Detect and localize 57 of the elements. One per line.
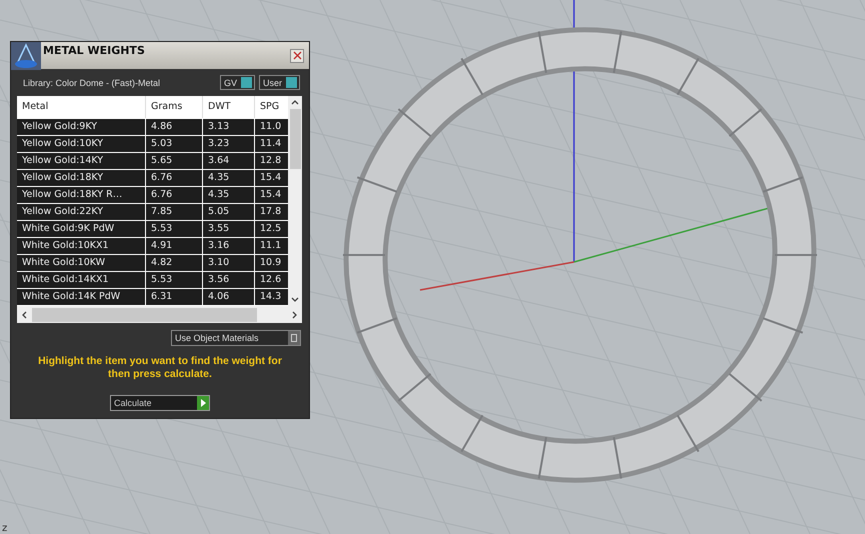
- table-cell[interactable]: 4.91: [146, 238, 203, 254]
- table-cell[interactable]: 3.64: [203, 153, 255, 169]
- close-icon: [292, 51, 302, 60]
- table-cell[interactable]: 3.10: [203, 255, 255, 271]
- scale-logo-icon: [11, 42, 41, 70]
- table-cell[interactable]: 7.85: [146, 204, 203, 220]
- table-cell[interactable]: 3.56: [203, 272, 255, 288]
- library-label: Library: Color Dome - (Fast)-Metal: [23, 78, 160, 88]
- table-cell[interactable]: 3.13: [203, 119, 255, 135]
- toggle-button[interactable]: User: [258, 75, 300, 90]
- toggle-indicator-icon: [286, 77, 297, 88]
- axis-label: z: [2, 523, 8, 534]
- table-cell[interactable]: Yellow Gold:18KY R…: [17, 187, 146, 203]
- table-cell[interactable]: 5.53: [146, 221, 203, 237]
- table-cell[interactable]: 5.65: [146, 153, 203, 169]
- table-cell[interactable]: 5.05: [203, 204, 255, 220]
- table-cell[interactable]: 6.76: [146, 187, 203, 203]
- scroll-up-icon: [291, 100, 299, 105]
- play-icon: [197, 396, 209, 410]
- table-cell[interactable]: 6.76: [146, 170, 203, 186]
- instruction-text: Highlight the item you want to find the weight for then press calculate.: [37, 355, 283, 381]
- table-cell[interactable]: White Gold:14KX1: [17, 272, 146, 288]
- table-cell[interactable]: 3.55: [203, 221, 255, 237]
- table-cell[interactable]: Yellow Gold:14KY: [17, 153, 146, 169]
- table-cell[interactable]: 4.35: [203, 170, 255, 186]
- column-header[interactable]: Grams: [146, 96, 203, 118]
- table-cell[interactable]: White Gold:14K PdW: [17, 289, 146, 305]
- radio-icon: [288, 331, 300, 345]
- table-cell[interactable]: 6.31: [146, 289, 203, 305]
- scroll-left-icon: [22, 310, 27, 318]
- table-cell[interactable]: 4.06: [203, 289, 255, 305]
- table-cell[interactable]: White Gold:9K PdW: [17, 221, 146, 237]
- scroll-thumb[interactable]: [290, 109, 300, 169]
- table-cell[interactable]: 4.35: [203, 187, 255, 203]
- column-header[interactable]: DWT: [203, 96, 255, 118]
- table-cell[interactable]: Yellow Gold:22KY: [17, 204, 146, 220]
- scroll-thumb[interactable]: [32, 308, 257, 322]
- toggle-indicator-icon: [240, 77, 252, 88]
- table-cell[interactable]: Yellow Gold:9KY: [17, 119, 146, 135]
- table-cell[interactable]: 5.53: [146, 272, 203, 288]
- calculate-button[interactable]: Calculate: [110, 395, 210, 411]
- scroll-right-icon: [292, 310, 297, 318]
- table-cell[interactable]: 5.03: [146, 136, 203, 152]
- panel-title: METAL WEIGHTS: [42, 44, 146, 57]
- table-cell[interactable]: Yellow Gold:10KY: [17, 136, 146, 152]
- table-cell[interactable]: Yellow Gold:18KY: [17, 170, 146, 186]
- close-button[interactable]: [290, 48, 304, 62]
- use-object-materials-option[interactable]: Use Object Materials: [171, 330, 301, 346]
- table-cell[interactable]: White Gold:10KW: [17, 255, 146, 271]
- column-header[interactable]: Metal: [17, 96, 146, 118]
- table-cell[interactable]: 3.16: [203, 238, 255, 254]
- table-cell[interactable]: 4.86: [146, 119, 203, 135]
- table-cell[interactable]: 4.82: [146, 255, 203, 271]
- toggle-button[interactable]: GV: [220, 75, 255, 90]
- table-cell[interactable]: 3.23: [203, 136, 255, 152]
- scroll-down-icon: [291, 297, 299, 302]
- table-cell[interactable]: White Gold:10KX1: [17, 238, 146, 254]
